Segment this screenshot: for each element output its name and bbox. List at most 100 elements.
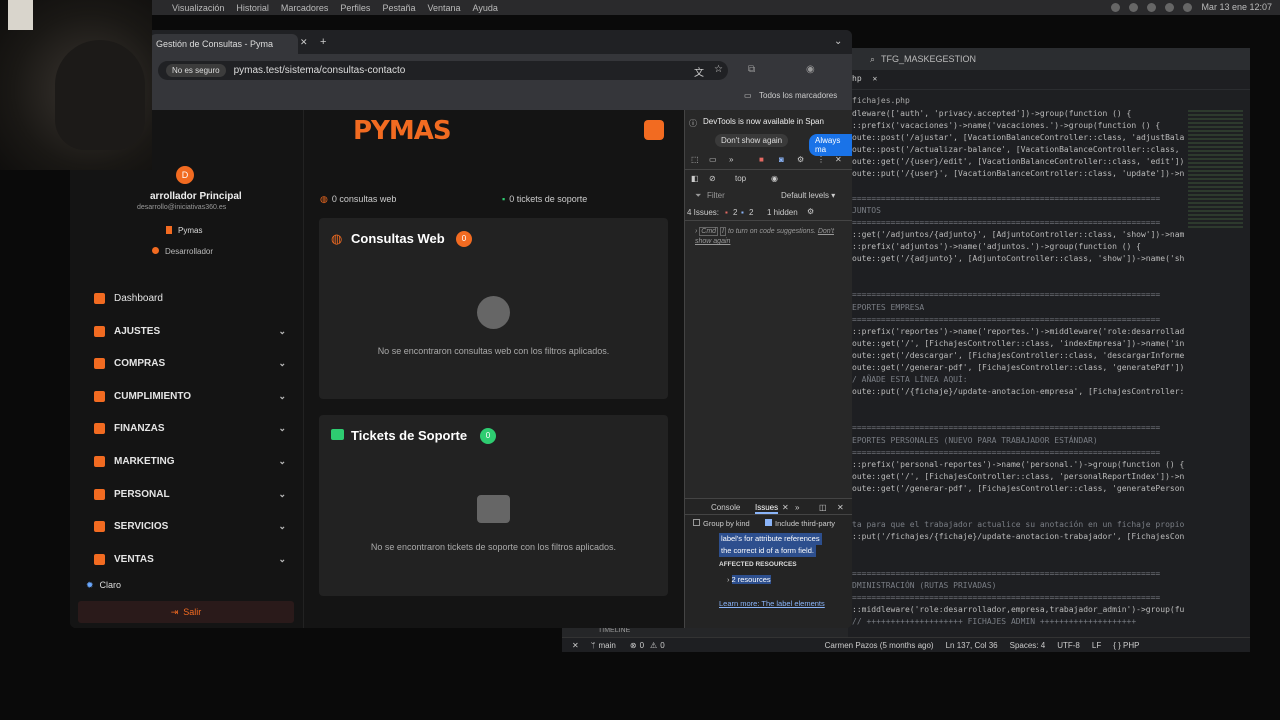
inspect-icon[interactable]: ⬚: [691, 155, 699, 164]
code-line[interactable]: oute::post('/ajustar', [VacationBalanceC…: [848, 132, 1184, 144]
code-line[interactable]: DMINISTRACIÓN (RUTAS PRIVADAS): [848, 580, 1184, 592]
editor-tab[interactable]: hp ✕: [848, 74, 1250, 90]
chevron-down-icon[interactable]: ⌄: [278, 554, 286, 565]
cursor-position[interactable]: Ln 137, Col 36: [946, 641, 998, 650]
code-line[interactable]: oute::get('/{user}/edit', [VacationBalan…: [848, 156, 1184, 168]
context-select[interactable]: top: [735, 174, 746, 183]
status-icon[interactable]: [1129, 2, 1139, 12]
gear-icon[interactable]: ⚙: [797, 155, 804, 164]
code-line[interactable]: [848, 277, 1184, 289]
code-line[interactable]: oute::get('/', [FichajesController::clas…: [848, 471, 1184, 483]
code-line[interactable]: JUNTOS: [848, 205, 1184, 217]
tab-console[interactable]: Console: [711, 503, 740, 512]
company-row[interactable]: Pymas: [166, 226, 202, 235]
nav-item[interactable]: FINANZAS ⌄: [94, 423, 286, 435]
eye-icon[interactable]: ◉: [771, 174, 778, 183]
error-icon[interactable]: ■: [759, 155, 764, 164]
code-line[interactable]: EPORTES PERSONALES (NUEVO PARA TRABAJADO…: [848, 435, 1184, 447]
code-line[interactable]: / AÑADE ESTA LÍNEA AQUÍ:: [848, 374, 1184, 386]
nav-item[interactable]: SERVICIOS ⌄: [94, 521, 286, 533]
nav-item[interactable]: COMPRAS ⌄: [94, 358, 286, 370]
group-by-kind[interactable]: Group by kind: [693, 519, 750, 528]
chevron-down-icon[interactable]: ⌄: [278, 358, 286, 369]
url-text[interactable]: pymas.test/sistema/consultas-contacto: [234, 65, 406, 76]
more-icon[interactable]: ⋮: [817, 155, 825, 164]
code-line[interactable]: ::prefix('vacaciones')->name('vacaciones…: [848, 120, 1184, 132]
checkbox[interactable]: [693, 519, 700, 526]
code-line[interactable]: ========================================…: [848, 422, 1184, 434]
not-secure-badge[interactable]: No es seguro: [166, 64, 226, 77]
chevron-down-icon[interactable]: ⌄: [278, 456, 286, 467]
code-line[interactable]: EPORTES EMPRESA: [848, 302, 1184, 314]
code-line[interactable]: [848, 495, 1184, 507]
nav-item[interactable]: Dashboard: [94, 293, 286, 304]
code-line[interactable]: oute::get('/{adjunto}', [AdjuntoControll…: [848, 253, 1184, 265]
code-line[interactable]: oute::post('/actualizar-balance', [Vacat…: [848, 144, 1184, 156]
nav-item[interactable]: AJUSTES ⌄: [94, 325, 286, 337]
editor-project-title[interactable]: TFG_MASKEGESTION: [881, 54, 976, 64]
avatar[interactable]: D: [176, 166, 194, 184]
code-line[interactable]: oute::put('/{fichaje}/update-anotacion-e…: [848, 386, 1184, 398]
menu-perfiles[interactable]: Perfiles: [340, 3, 370, 13]
nav-item[interactable]: MARKETING ⌄: [94, 456, 286, 467]
code-line[interactable]: dleware(['auth', 'privacy.accepted'])->g…: [848, 108, 1184, 120]
git-blame[interactable]: Carmen Pazos (5 months ago): [825, 641, 934, 650]
code-line[interactable]: ========================================…: [848, 289, 1184, 301]
device-icon[interactable]: ▭: [709, 155, 717, 164]
bluetooth-icon[interactable]: [1147, 2, 1157, 12]
line-ending[interactable]: LF: [1092, 641, 1101, 650]
code-line[interactable]: ========================================…: [848, 447, 1184, 459]
menu-marcadores[interactable]: Marcadores: [281, 3, 329, 13]
extensions-icon[interactable]: ⧉: [748, 64, 755, 75]
search-icon[interactable]: [1183, 2, 1193, 12]
more-tabs-icon[interactable]: »: [729, 155, 733, 164]
code-line[interactable]: ::get('/adjuntos/{adjunto}', [AdjuntoCon…: [848, 229, 1184, 241]
code-area[interactable]: dleware(['auth', 'privacy.accepted'])->g…: [848, 108, 1184, 658]
gear-icon[interactable]: ⚙: [807, 207, 814, 216]
tab-issues[interactable]: Issues: [755, 503, 779, 514]
code-line[interactable]: ========================================…: [848, 217, 1184, 229]
nav-item[interactable]: CUMPLIMIENTO ⌄: [94, 390, 286, 402]
include-third-party[interactable]: Include third-party: [765, 519, 852, 528]
code-line[interactable]: ::put('/fichajes/{fichaje}/update-anotac…: [848, 531, 1184, 543]
code-line[interactable]: [848, 555, 1184, 567]
menu-historial[interactable]: Historial: [236, 3, 269, 13]
levels-select[interactable]: Default levels ▾: [781, 191, 835, 200]
learn-more-link[interactable]: Learn more: The label elements: [719, 599, 825, 608]
close-icon[interactable]: ✕: [872, 74, 877, 83]
code-line[interactable]: [848, 398, 1184, 410]
code-line[interactable]: [848, 507, 1184, 519]
checkbox-checked[interactable]: [765, 519, 772, 526]
code-line[interactable]: ========================================…: [848, 568, 1184, 580]
wifi-icon[interactable]: [1165, 2, 1175, 12]
code-line[interactable]: oute::get('/generar-pdf', [FichajesContr…: [848, 362, 1184, 374]
code-line[interactable]: ::prefix('personal-reportes')->name('per…: [848, 459, 1184, 471]
resources-toggle[interactable]: › 2 resources: [727, 575, 771, 584]
warning-count[interactable]: 0: [660, 641, 664, 650]
code-line[interactable]: [848, 265, 1184, 277]
close-icon[interactable]: ✕: [837, 503, 844, 512]
dont-show-button[interactable]: Don't show again: [715, 134, 789, 147]
close-icon[interactable]: ✕: [835, 155, 842, 164]
chevron-down-icon[interactable]: ⌄: [278, 521, 286, 532]
code-line[interactable]: ========================================…: [848, 193, 1184, 205]
more-tabs-icon[interactable]: »: [795, 503, 799, 512]
code-line[interactable]: ========================================…: [848, 314, 1184, 326]
remote-icon[interactable]: ✕: [572, 641, 579, 650]
minimap[interactable]: [1188, 110, 1243, 230]
menu-pestana[interactable]: Pestaña: [382, 3, 415, 13]
issues-icon[interactable]: ◙: [779, 155, 784, 164]
menu-ventana[interactable]: Ventana: [427, 3, 460, 13]
pymas-logo[interactable]: PYMAS: [353, 116, 452, 146]
logout-button[interactable]: ⇥ Salir: [78, 601, 294, 623]
code-line[interactable]: [848, 543, 1184, 555]
code-line[interactable]: ::middleware('role:desarrollador,empresa…: [848, 604, 1184, 616]
close-tab-icon[interactable]: ✕: [300, 37, 308, 48]
menu-ayuda[interactable]: Ayuda: [473, 3, 498, 13]
chevron-down-icon[interactable]: ⌄: [834, 36, 842, 47]
filter-input[interactable]: Filter: [707, 191, 725, 200]
code-line[interactable]: ta para que el trabajador actualice su a…: [848, 519, 1184, 531]
menu-visualizacion[interactable]: Visualización: [172, 3, 224, 13]
menubar-clock[interactable]: Mar 13 ene 12:07: [1201, 2, 1272, 12]
code-line[interactable]: [848, 181, 1184, 193]
